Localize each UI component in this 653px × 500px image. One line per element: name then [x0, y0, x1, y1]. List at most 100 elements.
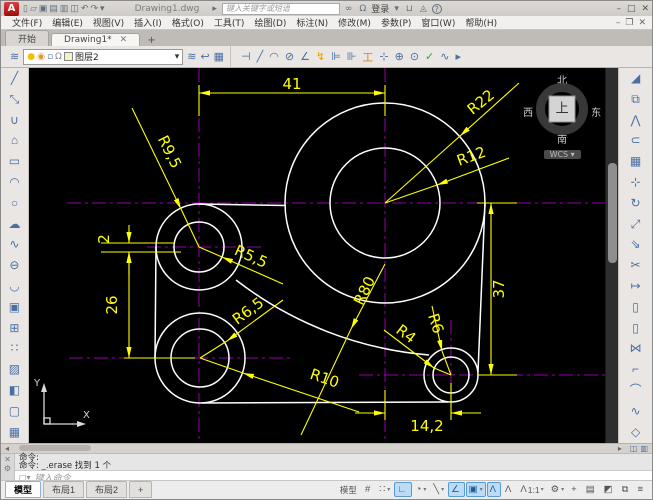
menu-item[interactable]: 文件(F) — [7, 16, 47, 29]
annotation-scale-button[interactable]: Λ1:1▾ — [517, 482, 546, 497]
erase-tool[interactable]: ◢ — [624, 68, 648, 89]
center-mark-button[interactable]: ⊙ — [408, 50, 421, 63]
dim-angular-button[interactable]: ∠ — [298, 50, 312, 63]
menu-item[interactable]: 视图(V) — [88, 16, 129, 29]
ellipse-arc-tool[interactable]: ◡ — [2, 276, 26, 297]
menu-item[interactable]: 标注(N) — [291, 16, 333, 29]
dim-linear-button[interactable]: ⊣ — [239, 50, 253, 63]
layer-select[interactable]: ● ◉ ▫ Ω 图层2 ▾ — [23, 49, 183, 65]
isometric-toggle[interactable]: ╲▾ — [430, 482, 447, 497]
quick-dimension-button[interactable]: ↯ — [314, 50, 327, 63]
dim-14-2-text[interactable]: 14,2 — [410, 417, 443, 435]
layer-select-caret-icon[interactable]: ▾ — [175, 52, 180, 62]
break-tool[interactable]: ▯ — [624, 317, 648, 338]
menu-item[interactable]: 绘图(D) — [249, 16, 291, 29]
viewcube-west-label[interactable]: 西 — [523, 104, 533, 119]
menu-item[interactable]: 格式(O) — [167, 16, 209, 29]
layer-properties-button[interactable]: ≋ — [8, 50, 21, 63]
new-tab-button[interactable]: + — [142, 35, 160, 46]
search-expand-icon[interactable]: ▸ — [210, 4, 219, 14]
minimize-button[interactable]: – — [616, 4, 621, 14]
signin-caret-icon[interactable]: ▾ — [392, 4, 401, 14]
menu-item[interactable]: 参数(P) — [376, 16, 416, 29]
stretch-tool[interactable]: ⇘ — [624, 234, 648, 255]
sheet-set-button[interactable]: ◫ — [69, 3, 80, 14]
layout1-tab[interactable]: 布局1 — [43, 481, 84, 498]
user-icon[interactable]: Ω — [357, 4, 368, 14]
create-block-tool[interactable]: ⊞ — [2, 317, 26, 338]
vertical-scrollbar-thumb[interactable] — [608, 163, 617, 263]
doc-restore-button[interactable]: ❐ — [625, 18, 633, 28]
insert-block-tool[interactable]: ▣ — [2, 296, 26, 317]
dim-r10-leader-inner[interactable] — [200, 358, 243, 373]
arc-tool[interactable]: ◠ — [2, 172, 26, 193]
command-close-icon[interactable]: ✕ — [4, 455, 11, 464]
layout2-tab[interactable]: 布局2 — [86, 481, 127, 498]
hscroll-right-arrow[interactable]: ▸ — [614, 444, 626, 453]
ucs-icon[interactable]: Y X — [33, 378, 90, 427]
toolbar-overflow-button[interactable]: ▸ — [453, 50, 463, 63]
gradient-tool[interactable]: ◧ — [2, 380, 26, 401]
dim-r12-text[interactable]: R12 — [454, 142, 488, 169]
annotation-monitor-icon[interactable]: ◫ — [630, 444, 638, 453]
wcs-dropdown[interactable]: WCS ▾ — [544, 150, 581, 159]
help-icon[interactable]: ? — [432, 4, 442, 14]
spline-tool[interactable]: ∿ — [2, 234, 26, 255]
grid-toggle[interactable]: # — [362, 482, 375, 497]
menu-item[interactable]: 工具(T) — [209, 16, 250, 29]
plot-button[interactable]: ▥ — [59, 3, 70, 14]
osnap-toggle[interactable]: ▣▾ — [466, 482, 486, 497]
make-object-layer-current-button[interactable]: ≋ — [185, 50, 198, 63]
dim-r10-leader[interactable] — [243, 373, 359, 412]
dim-r9-5-text[interactable]: R9,5 — [154, 132, 185, 171]
hscroll-track[interactable] — [13, 444, 614, 452]
r80-tangent-arc[interactable] — [236, 280, 429, 355]
annotation-autoscale-toggle[interactable]: Λ — [502, 482, 516, 497]
tab-drawing1[interactable]: Drawing1* ✕ — [51, 33, 140, 46]
doc-minimize-button[interactable]: – — [616, 18, 621, 28]
construction-line-tool[interactable]: ⤡ — [2, 88, 26, 109]
dim-jogged-button[interactable]: ∿ — [438, 50, 451, 63]
layer-on-icon[interactable]: ● — [27, 52, 35, 62]
hscroll-thumb[interactable] — [19, 445, 91, 451]
tab-close-icon[interactable]: ✕ — [120, 35, 128, 45]
horizontal-scrollbar[interactable]: ◂ ▸ ◫ ▥ — [1, 443, 652, 453]
table-tool[interactable]: ▦ — [2, 421, 26, 442]
app-store-cart-icon[interactable]: ⊔ — [404, 4, 415, 14]
autodesk-account-icon[interactable]: ◬ — [418, 4, 429, 14]
dim-baseline-button[interactable]: ⊫ — [329, 50, 343, 63]
osnap-tracking-toggle[interactable]: ∠ — [448, 482, 465, 497]
viewcube-ring[interactable]: 上 — [536, 83, 588, 135]
dim-update-button[interactable]: ✓ — [423, 50, 436, 63]
customization-button[interactable]: ≡ — [634, 482, 648, 497]
dim-2-text[interactable]: 2 — [95, 234, 113, 244]
model-paper-toggle[interactable]: 模型 — [336, 482, 361, 498]
save-button[interactable]: ▣ — [38, 3, 49, 14]
dim-r22-text[interactable]: R22 — [464, 86, 498, 119]
extend-tool[interactable]: ↦ — [624, 276, 648, 297]
search-input[interactable]: 键入关键字或短语 — [222, 3, 340, 15]
layer-lock-icon[interactable]: Ω — [55, 52, 62, 62]
polyline-tool[interactable]: ∪ — [2, 109, 26, 130]
ortho-toggle[interactable]: ∟ — [394, 482, 411, 497]
blend-curves-tool[interactable]: ∿ — [624, 400, 648, 421]
dim-diameter-button[interactable]: ⊘ — [283, 50, 296, 63]
dim-37-text[interactable]: 37 — [490, 279, 508, 298]
app-logo-icon[interactable]: A — [4, 2, 19, 16]
dim-continue-button[interactable]: ⊪ — [345, 50, 359, 63]
ellipse-tool[interactable]: ⊖ — [2, 255, 26, 276]
polygon-tool[interactable]: ⌂ — [2, 130, 26, 151]
dim-r6-text[interactable]: R6 — [424, 311, 447, 336]
rectangle-tool[interactable]: ▭ — [2, 151, 26, 172]
rotate-tool[interactable]: ↻ — [624, 192, 648, 213]
dim-r22-leader-inner[interactable] — [385, 136, 460, 203]
dim-arc-length-button[interactable]: ◠ — [267, 50, 281, 63]
offset-tool[interactable]: ⊂ — [624, 130, 648, 151]
point-tool[interactable]: ∷ — [2, 338, 26, 359]
save-as-button[interactable]: ▤ — [48, 3, 59, 14]
doc-close-button[interactable]: ✕ — [638, 18, 646, 28]
mirror-tool[interactable]: ⋀ — [624, 109, 648, 130]
tab-start[interactable]: 开始 — [5, 30, 49, 46]
hatch-tool[interactable]: ▨ — [2, 359, 26, 380]
menu-item[interactable]: 插入(I) — [129, 16, 167, 29]
